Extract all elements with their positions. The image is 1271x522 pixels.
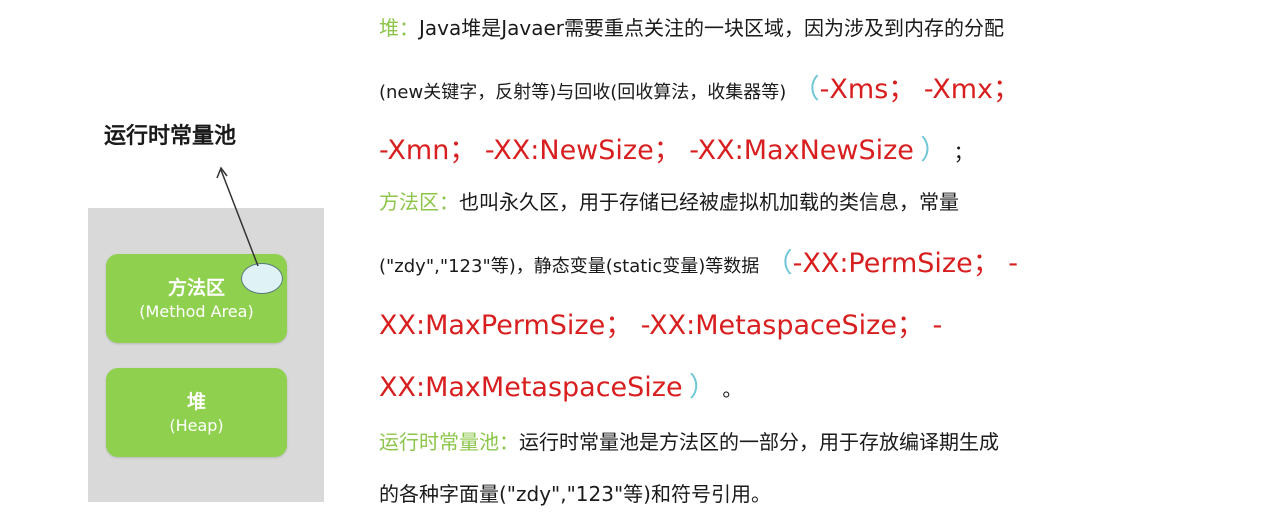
method-paren-close: ） bbox=[688, 372, 716, 403]
method-area-title: 方法区 bbox=[167, 276, 225, 299]
method-heading: 方法区： bbox=[379, 190, 459, 214]
method-para-line3: XX:MaxPermSize； -XX:MetaspaceSize； - bbox=[379, 303, 942, 342]
heap-box: 堆 (Heap) bbox=[106, 368, 287, 457]
pool-para-line1: 运行时常量池：运行时常量池是方法区的一部分，用于存放编译期生成 bbox=[379, 426, 999, 455]
pool-text-2: 的各种字面量("zdy","123"等)和符号引用。 bbox=[379, 482, 771, 506]
method-paren-open: （ bbox=[765, 248, 793, 279]
heap-params-b: -Xmn； -XX:NewSize； -XX:MaxNewSize bbox=[379, 135, 914, 166]
heap-end: ； bbox=[953, 140, 974, 164]
heap-para-line3: -Xmn； -XX:NewSize； -XX:MaxNewSize ） ； bbox=[379, 128, 974, 167]
heap-paren-open: （ bbox=[792, 74, 820, 105]
method-para-line1: 方法区：也叫永久区，用于存储已经被虚拟机加载的类信息，常量 bbox=[379, 186, 959, 215]
method-params-a: -XX:PermSize； - bbox=[792, 248, 1019, 279]
heap-params-a: -Xms； -Xmx； bbox=[819, 74, 1021, 105]
heap-subtitle: (Heap) bbox=[169, 415, 224, 435]
heap-para-line1: 堆：Java堆是Javaer需要重点关注的一块区域，因为涉及到内存的分配 bbox=[379, 12, 1004, 41]
heap-title: 堆 bbox=[186, 390, 206, 413]
constant-pool-ellipse bbox=[241, 263, 283, 294]
heap-text-2: (new关键字，反射等)与回收(回收算法，收集器等) bbox=[379, 82, 787, 103]
method-para-line4: XX:MaxMetaspaceSize ） 。 bbox=[379, 365, 742, 404]
pool-text-1: 运行时常量池是方法区的一部分，用于存放编译期生成 bbox=[519, 430, 999, 454]
method-end: 。 bbox=[722, 377, 743, 401]
heap-paren-close: ） bbox=[920, 135, 948, 166]
method-para-line2: ("zdy","123"等)，静态变量(static变量)等数据 （-XX:Pe… bbox=[379, 241, 1018, 280]
method-area-subtitle: (Method Area) bbox=[139, 301, 254, 321]
runtime-constant-pool-label: 运行时常量池 bbox=[104, 124, 237, 149]
arrow-head-icon bbox=[216, 166, 228, 179]
method-text-1: 也叫永久区，用于存储已经被虚拟机加载的类信息，常量 bbox=[459, 190, 959, 214]
heap-heading: 堆： bbox=[379, 16, 419, 40]
method-params-c: XX:MaxMetaspaceSize bbox=[379, 372, 683, 403]
heap-para-line2: (new关键字，反射等)与回收(回收算法，收集器等) （-Xms； -Xmx； bbox=[379, 67, 1020, 106]
method-params-b: XX:MaxPermSize； -XX:MetaspaceSize； - bbox=[379, 310, 943, 341]
pool-heading: 运行时常量池： bbox=[379, 430, 519, 454]
heap-text-1: Java堆是Javaer需要重点关注的一块区域，因为涉及到内存的分配 bbox=[419, 16, 1005, 40]
jvm-memory-diagram: 方法区 (Method Area) 堆 (Heap) bbox=[88, 208, 324, 502]
pool-para-line2: 的各种字面量("zdy","123"等)和符号引用。 bbox=[379, 478, 771, 507]
method-text-2: ("zdy","123"等)，静态变量(static变量)等数据 bbox=[379, 256, 760, 277]
